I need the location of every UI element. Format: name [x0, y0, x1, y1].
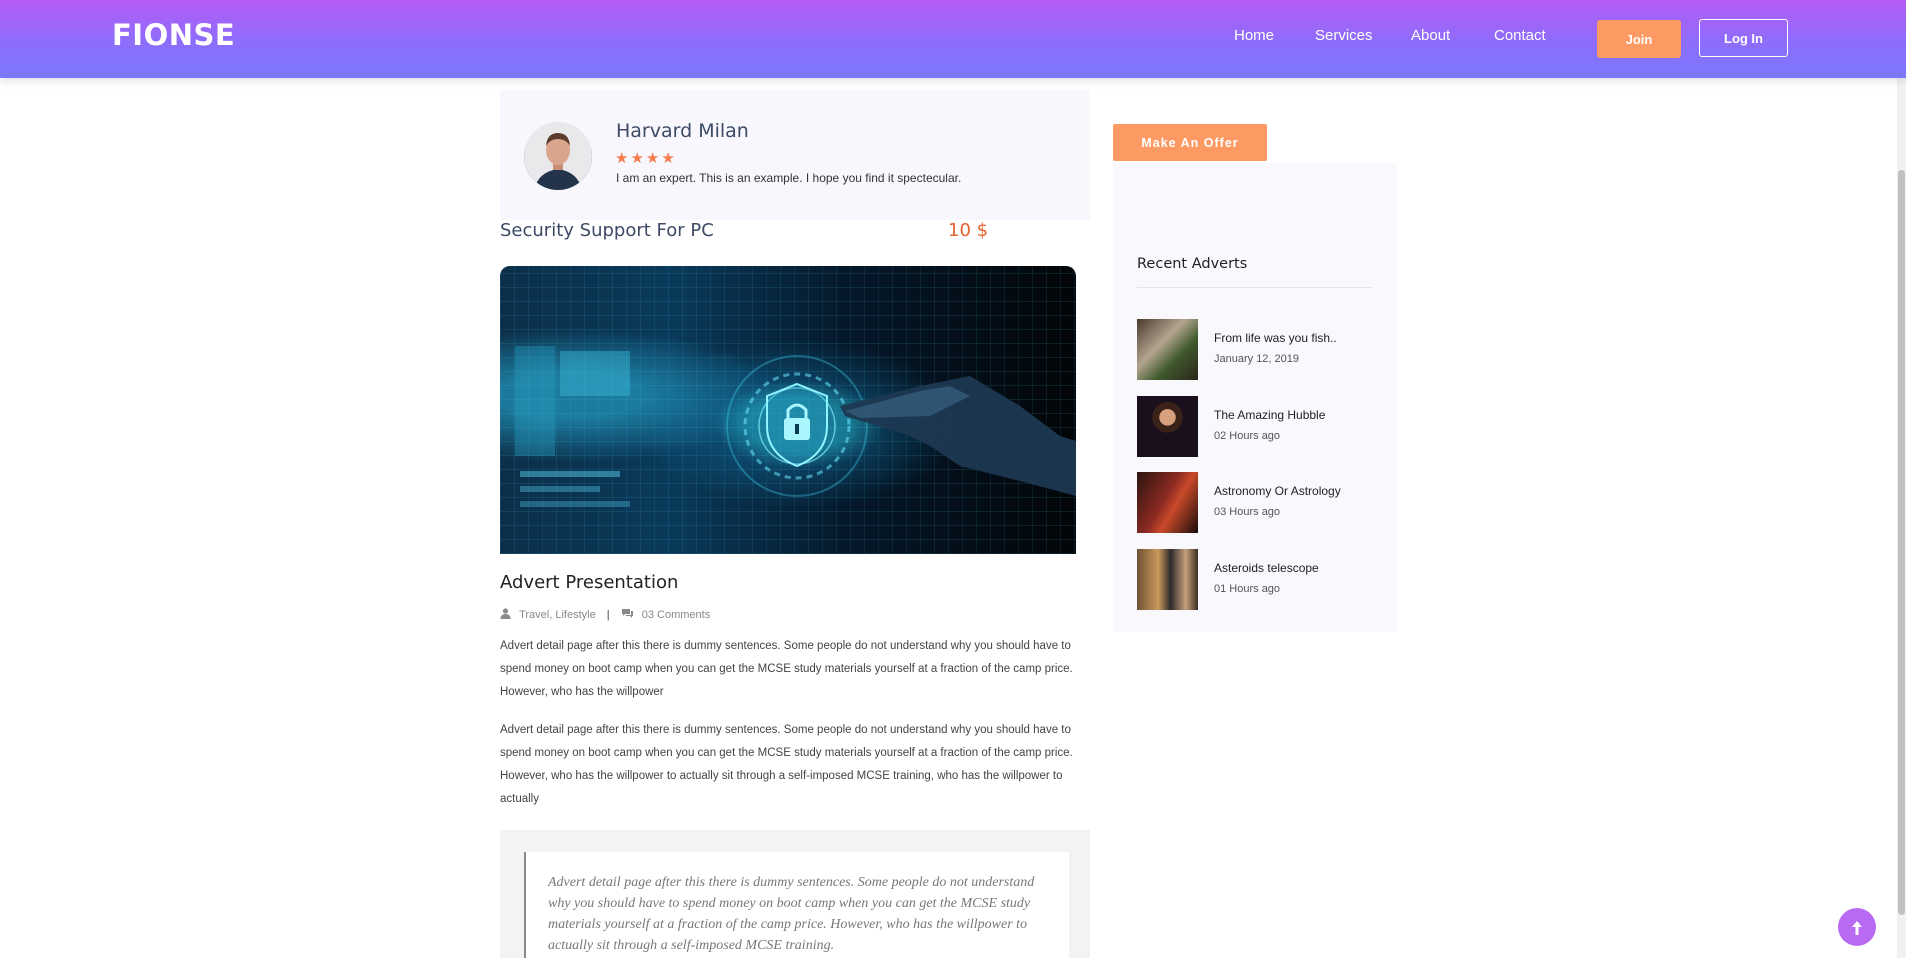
section-title: Advert Presentation	[500, 572, 679, 593]
make-offer-button[interactable]: Make An Offer	[1113, 124, 1267, 161]
advert-paragraph-2: Advert detail page after this there is d…	[500, 724, 1073, 805]
arrow-up-icon	[1852, 920, 1862, 935]
advert-price: 10 $	[948, 220, 989, 241]
meta-separator: |	[606, 609, 610, 621]
recent-advert-thumb-4[interactable]	[1137, 549, 1198, 610]
comments-count[interactable]: 03 Comments	[642, 609, 710, 621]
author-name: Harvard Milan	[616, 120, 749, 142]
author-rating-stars: ★★★★	[615, 150, 677, 167]
recent-advert-title-3[interactable]: Astronomy Or Astrology	[1214, 484, 1341, 498]
recent-advert-time-1: January 12, 2019	[1214, 353, 1300, 365]
join-button[interactable]: Join	[1597, 20, 1681, 58]
nav-contact[interactable]: Contact	[1494, 27, 1546, 44]
recent-advert-title-4[interactable]: Asteroids telescope	[1214, 561, 1319, 575]
scrollbar-thumb[interactable]	[1898, 170, 1905, 915]
recent-adverts-divider	[1137, 287, 1373, 288]
nav-about[interactable]: About	[1411, 27, 1450, 44]
user-icon	[500, 608, 511, 622]
advert-paragraph-1: Advert detail page after this there is d…	[500, 640, 1073, 698]
login-button[interactable]: Log In	[1699, 19, 1788, 57]
blockquote-text: Advert detail page after this there is d…	[548, 875, 1035, 953]
recent-advert-time-4: 01 Hours ago	[1214, 583, 1281, 595]
recent-advert-time-3: 03 Hours ago	[1214, 506, 1281, 518]
nav-services[interactable]: Services	[1315, 27, 1373, 44]
nav-home[interactable]: Home	[1234, 27, 1274, 44]
back-to-top-button[interactable]	[1838, 908, 1876, 946]
recent-advert-title-2[interactable]: The Amazing Hubble	[1214, 408, 1325, 422]
recent-advert-title-1[interactable]: From life was you fish..	[1214, 331, 1337, 345]
advert-title: Security Support For PC	[500, 220, 714, 241]
advert-main-image	[500, 266, 1076, 554]
top-header: FIONSE Home Services About Contact Join …	[0, 0, 1906, 78]
advert-categories[interactable]: Travel, Lifestyle	[519, 609, 596, 621]
comments-icon	[621, 608, 634, 622]
recent-adverts-heading: Recent Adverts	[1137, 256, 1248, 272]
site-logo[interactable]: FIONSE	[112, 18, 235, 52]
author-avatar	[524, 122, 592, 190]
recent-advert-time-2: 02 Hours ago	[1214, 430, 1281, 442]
recent-advert-thumb-3[interactable]	[1137, 472, 1198, 533]
advert-meta: Travel, Lifestyle | 03 Comments	[500, 608, 710, 622]
recent-advert-thumb-2[interactable]	[1137, 396, 1198, 457]
recent-advert-thumb-1[interactable]	[1137, 319, 1198, 380]
author-bio: I am an expert. This is an example. I ho…	[616, 171, 962, 185]
